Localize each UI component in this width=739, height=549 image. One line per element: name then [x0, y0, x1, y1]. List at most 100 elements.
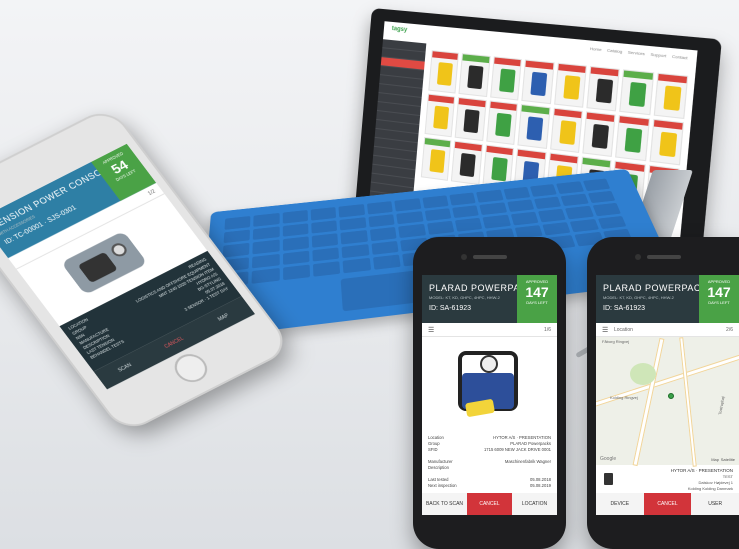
satellite-toggle[interactable]: Satellite [721, 457, 735, 462]
tablet-product-card[interactable] [490, 56, 522, 100]
keyboard-key [252, 268, 280, 283]
street-label: Tostruphøj [717, 396, 725, 415]
keyboard-key [587, 191, 615, 204]
keyboard-key [422, 195, 448, 208]
keyboard-key [370, 227, 397, 241]
device-button[interactable]: DEVICE [596, 493, 644, 515]
tablet-nav-item[interactable]: Home [590, 46, 602, 52]
phone-right: PLARAD POWERPACKS MODEL: KT, KD, GHPC, 4… [587, 237, 739, 549]
keyboard-key [342, 244, 369, 259]
keyboard-key [570, 219, 599, 233]
cancel-button[interactable]: CANCEL [644, 493, 692, 515]
user-button[interactable]: USER [691, 493, 739, 515]
map-pin-icon[interactable] [668, 393, 674, 399]
sub-bar: ☰ 1/6 [422, 323, 557, 337]
keyboard-key [398, 224, 425, 238]
tablet-product-card[interactable] [518, 104, 551, 149]
tablet-product-card[interactable] [582, 111, 616, 157]
tablet-nav-item[interactable]: Services [628, 49, 646, 56]
detail-list: Location HYTOR A/S · PRESENTATION Group PLA… [428, 435, 551, 489]
address-sub: TEST [723, 474, 733, 479]
street-label: Kolding Ringvej [610, 395, 638, 400]
image-counter: 1/6 [544, 327, 551, 333]
phone-right-screen: PLARAD POWERPACKS MODEL: KT, KD, GHPC, 4… [596, 275, 739, 515]
map-toggle[interactable]: Map [711, 457, 719, 462]
street-label: Fåborg Ringvej [602, 339, 629, 344]
tablet-product-card[interactable] [619, 69, 653, 115]
google-logo: Google [600, 456, 616, 462]
keyboard-key [534, 196, 562, 209]
keyboard-key [449, 192, 476, 205]
tablet-nav-item[interactable]: Contact [672, 54, 688, 61]
location-label: Location [614, 327, 633, 333]
hamburger-menu-icon[interactable]: ☰ [602, 326, 608, 334]
keyboard-key [252, 254, 279, 269]
keyboard-key [565, 206, 593, 219]
tablet-product-card[interactable] [649, 119, 684, 166]
keyboard-key [313, 262, 341, 277]
sub-bar: ☰ Location 2/6 [596, 323, 739, 337]
asset-title: PLARAD POWERPACKS [603, 283, 714, 293]
tablet-product-card[interactable] [653, 73, 688, 119]
phone-middle-header: PLARAD POWERPACKS MODEL: KT, KD, GHPC, 4… [422, 275, 557, 323]
keyboard-key [341, 230, 368, 244]
tablet-product-card[interactable] [486, 100, 518, 145]
tablet-product-card[interactable] [425, 94, 456, 138]
keyboard-key [343, 258, 371, 273]
keyboard-key [556, 181, 583, 193]
hamburger-menu-icon[interactable]: ☰ [428, 326, 434, 334]
tablet-product-card[interactable] [459, 53, 491, 97]
detail-row: Next inspection 05.08.2019 [428, 483, 551, 489]
tablet-product-card[interactable] [421, 137, 452, 181]
phone-left-screen: TENSION POWER CONSOLE WITH ACCESSORIES I… [0, 144, 255, 390]
status-unit: DAYS LEFT [517, 300, 557, 305]
image-counter: 1/2 [147, 189, 157, 197]
keyboard-key [311, 220, 337, 234]
location-button[interactable]: LOCATION [512, 493, 557, 515]
keyboard-key [283, 237, 309, 251]
address-panel: HYTOR A/S · PRESENTATION TEST Dalskov Hø… [596, 465, 739, 493]
keyboard-key [283, 250, 310, 265]
tablet-product-card[interactable] [521, 59, 554, 104]
back-to-scan-button[interactable]: BACK TO SCAN [422, 493, 467, 515]
keyboard-key [507, 199, 534, 212]
detail-key: Next inspection [428, 483, 457, 489]
keyboard-key [483, 215, 511, 229]
keyboard-key [542, 222, 571, 236]
keyboard-key [254, 213, 280, 226]
tablet-product-card[interactable] [451, 141, 482, 185]
speaker [647, 255, 681, 259]
keyboard-key [253, 226, 279, 240]
status-days: 147 [517, 284, 557, 300]
detail-key: Description [428, 465, 449, 471]
tablet-logo: tagsy [392, 26, 408, 33]
keyboard-key [339, 204, 365, 217]
tablet-product-card[interactable] [428, 50, 459, 93]
location-map[interactable]: Fåborg Ringvej Kolding Ringvej Tostruphø… [596, 337, 739, 465]
tablet-product-card[interactable] [550, 108, 583, 153]
page-counter: 2/6 [726, 327, 733, 333]
tablet-product-card[interactable] [554, 63, 587, 108]
front-camera [461, 254, 467, 260]
tablet-product-card[interactable] [586, 66, 620, 111]
phone-middle-footer: BACK TO SCAN CANCEL LOCATION [422, 493, 557, 515]
product-image-powerpack [448, 343, 530, 429]
keyboard-key [224, 216, 250, 230]
keyboard-key [282, 210, 308, 223]
keyboard-key [530, 184, 557, 197]
tablet-product-card[interactable] [615, 115, 649, 161]
keyboard-key [396, 211, 423, 224]
status-unit: DAYS LEFT [699, 300, 739, 305]
phone-right-footer: DEVICE CANCEL USER [596, 493, 739, 515]
keyboard-key [224, 229, 251, 243]
tablet-product-card[interactable] [455, 97, 486, 141]
cancel-button[interactable]: CANCEL [467, 493, 512, 515]
address-line: Kolding Kolding Danmark [688, 486, 733, 491]
keyboard-key [598, 216, 627, 230]
keyboard-key [223, 243, 250, 258]
device-icon [604, 473, 613, 485]
tablet-nav-item[interactable]: Catalog [607, 47, 623, 54]
keyboard-key [479, 202, 506, 215]
tablet-nav-item[interactable]: Support [650, 52, 666, 59]
front-camera [635, 254, 641, 260]
